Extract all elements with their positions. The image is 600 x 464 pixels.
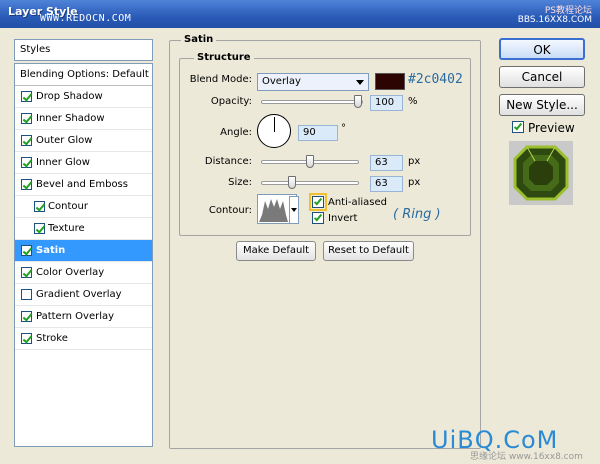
distance-slider[interactable] bbox=[261, 155, 359, 168]
inner-shadow-checkbox[interactable] bbox=[21, 113, 32, 124]
list-item-drop-shadow[interactable]: Drop Shadow bbox=[15, 86, 152, 108]
invert-checkbox[interactable] bbox=[312, 212, 324, 224]
angle-dial[interactable] bbox=[257, 114, 291, 148]
pattern-overlay-label: Pattern Overlay bbox=[36, 311, 115, 322]
style-preview-thumbnail bbox=[509, 141, 573, 205]
ok-button[interactable]: OK bbox=[499, 38, 585, 60]
structure-title: Structure bbox=[194, 52, 254, 63]
color-swatch[interactable] bbox=[375, 73, 405, 90]
inner-glow-checkbox[interactable] bbox=[21, 157, 32, 168]
color-hex-annotation: #2c0402 bbox=[408, 72, 463, 87]
angle-label: Angle: bbox=[220, 127, 252, 138]
ring-annotation: ( Ring ) bbox=[393, 207, 441, 222]
bevel-and-emboss-checkbox[interactable] bbox=[21, 179, 32, 190]
preview-gem-icon bbox=[509, 141, 573, 205]
size-unit: px bbox=[408, 177, 421, 188]
title-bar: Layer Style WWW.REDOCN.COM PS教程论坛 BBS.16… bbox=[0, 0, 600, 28]
opacity-slider[interactable] bbox=[261, 95, 363, 108]
invert-label: Invert bbox=[328, 213, 358, 224]
distance-unit: px bbox=[408, 156, 421, 167]
list-item-blending-options-default[interactable]: Blending Options: Default bbox=[15, 64, 152, 86]
gradient-overlay-label: Gradient Overlay bbox=[36, 289, 122, 300]
contour-checkbox[interactable] bbox=[34, 201, 45, 212]
list-item-outer-glow[interactable]: Outer Glow bbox=[15, 130, 152, 152]
opacity-input[interactable]: 100 bbox=[370, 95, 403, 111]
texture-label: Texture bbox=[48, 223, 85, 234]
list-item-inner-glow[interactable]: Inner Glow bbox=[15, 152, 152, 174]
list-item-satin[interactable]: Satin bbox=[15, 240, 152, 262]
checkmark-icon bbox=[313, 196, 323, 206]
list-item-inner-shadow[interactable]: Inner Shadow bbox=[15, 108, 152, 130]
opacity-label: Opacity: bbox=[210, 96, 252, 107]
angle-input[interactable]: 90 bbox=[298, 125, 338, 141]
outer-glow-checkbox[interactable] bbox=[21, 135, 32, 146]
make-default-button[interactable]: Make Default bbox=[236, 241, 316, 261]
blend-mode-value: Overlay bbox=[262, 76, 301, 87]
bevel-and-emboss-label: Bevel and Emboss bbox=[36, 179, 128, 190]
inner-glow-label: Inner Glow bbox=[36, 157, 90, 168]
angle-unit: ° bbox=[341, 123, 346, 134]
watermark-right-bottom: BBS.16XX8.COM bbox=[517, 15, 592, 25]
anti-aliased-label: Anti-aliased bbox=[328, 197, 388, 208]
blending-options-default-label: Blending Options: Default bbox=[20, 69, 149, 80]
size-label: Size: bbox=[228, 177, 252, 188]
stroke-checkbox[interactable] bbox=[21, 333, 32, 344]
checkmark-icon bbox=[513, 121, 523, 131]
preview-checkbox[interactable] bbox=[512, 121, 524, 133]
color-overlay-label: Color Overlay bbox=[36, 267, 105, 278]
distance-slider-thumb[interactable] bbox=[306, 155, 314, 168]
blend-mode-select[interactable]: Overlay bbox=[257, 73, 369, 91]
list-item-bevel-and-emboss[interactable]: Bevel and Emboss bbox=[15, 174, 152, 196]
size-slider-thumb[interactable] bbox=[288, 176, 296, 189]
preview-label: Preview bbox=[528, 121, 575, 135]
effects-list: Blending Options: Default Drop Shadow Inne… bbox=[14, 63, 153, 447]
contour-label: Contour: bbox=[208, 205, 252, 216]
cancel-button[interactable]: Cancel bbox=[499, 66, 585, 88]
contour-label: Contour bbox=[48, 201, 88, 212]
list-item-gradient-overlay[interactable]: Gradient Overlay bbox=[15, 284, 152, 306]
chevron-down-icon bbox=[356, 80, 364, 85]
gradient-overlay-checkbox[interactable] bbox=[21, 289, 32, 300]
satin-title: Satin bbox=[181, 34, 217, 45]
footer-watermark-small: 思缘论坛 www.16xx8.com bbox=[470, 452, 583, 462]
opacity-unit: % bbox=[408, 96, 418, 107]
size-slider[interactable] bbox=[261, 176, 359, 189]
texture-checkbox[interactable] bbox=[34, 223, 45, 234]
list-item-texture[interactable]: Texture bbox=[15, 218, 152, 240]
outer-glow-label: Outer Glow bbox=[36, 135, 93, 146]
color-overlay-checkbox[interactable] bbox=[21, 267, 32, 278]
stroke-label: Stroke bbox=[36, 333, 68, 344]
list-item-color-overlay[interactable]: Color Overlay bbox=[15, 262, 152, 284]
satin-label: Satin bbox=[36, 245, 66, 256]
list-item-contour[interactable]: Contour bbox=[15, 196, 152, 218]
size-input[interactable]: 63 bbox=[370, 176, 403, 192]
pattern-overlay-checkbox[interactable] bbox=[21, 311, 32, 322]
list-item-pattern-overlay[interactable]: Pattern Overlay bbox=[15, 306, 152, 328]
new-style-button[interactable]: New Style... bbox=[499, 94, 585, 116]
distance-input[interactable]: 63 bbox=[370, 155, 403, 171]
drop-shadow-checkbox[interactable] bbox=[21, 91, 32, 102]
checkmark-icon bbox=[313, 212, 323, 222]
layer-style-dialog: Styles Blending Options: Default Drop Sha… bbox=[0, 28, 600, 464]
watermark-url: WWW.REDOCN.COM bbox=[40, 13, 132, 24]
opacity-slider-thumb[interactable] bbox=[354, 95, 362, 108]
chevron-down-icon bbox=[291, 208, 297, 212]
distance-label: Distance: bbox=[204, 156, 252, 167]
inner-shadow-label: Inner Shadow bbox=[36, 113, 105, 124]
contour-dropdown-arrow[interactable] bbox=[289, 196, 299, 224]
drop-shadow-label: Drop Shadow bbox=[36, 91, 103, 102]
satin-checkbox[interactable] bbox=[21, 245, 32, 256]
anti-aliased-checkbox[interactable] bbox=[309, 193, 327, 211]
list-item-stroke[interactable]: Stroke bbox=[15, 328, 152, 350]
angle-needle bbox=[274, 117, 275, 132]
reset-to-default-button[interactable]: Reset to Default bbox=[323, 241, 414, 261]
styles-header[interactable]: Styles bbox=[14, 39, 153, 61]
blend-mode-label: Blend Mode: bbox=[189, 74, 252, 85]
